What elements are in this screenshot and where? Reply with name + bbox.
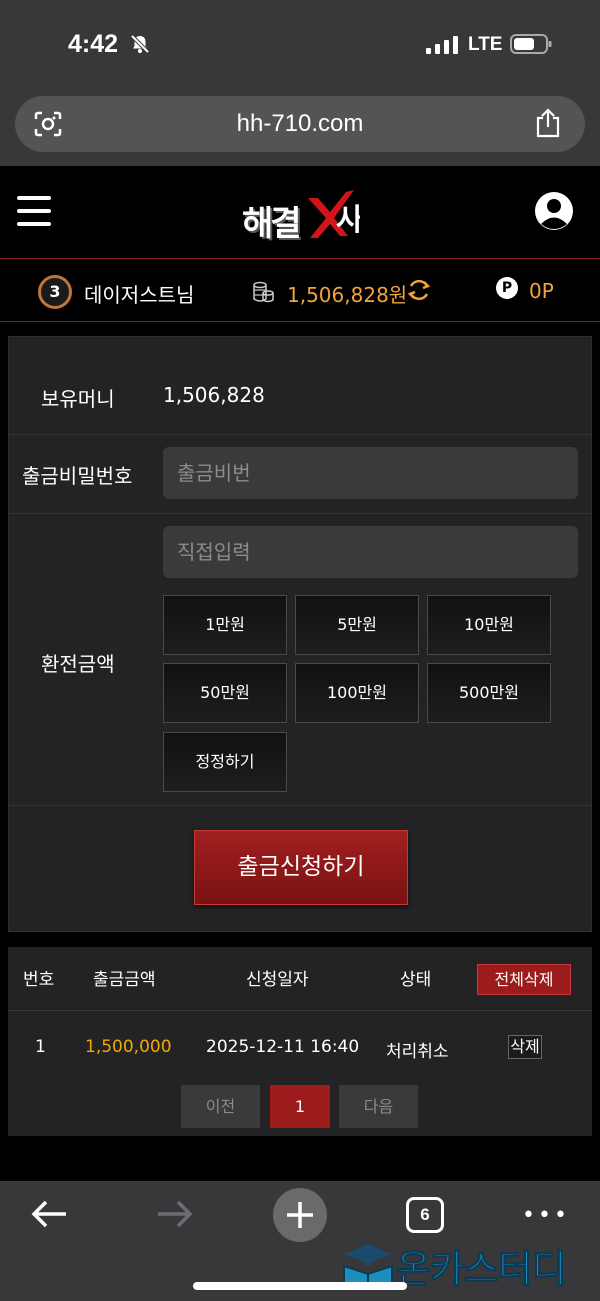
url-text[interactable]: hh-710.com (15, 110, 585, 138)
more-options-icon[interactable]: ••• (522, 1205, 570, 1227)
pagination-prev[interactable]: 이전 (181, 1085, 260, 1128)
amount-button-100k[interactable]: 10만원 (427, 595, 551, 655)
nickname: 데이저스트님 (84, 283, 195, 307)
logo-x-mark-icon: 사 (308, 190, 360, 238)
column-header-no: 번호 (23, 970, 55, 990)
browser-toolbar: hh-710.com (0, 90, 600, 166)
row-number: 1 (35, 1037, 46, 1057)
withdraw-password-input[interactable] (163, 447, 578, 499)
address-bar[interactable]: hh-710.com (15, 96, 585, 152)
site-header: 해결 사 (0, 166, 600, 258)
watermark-text: 온카스터디 (396, 1247, 568, 1292)
balance-row: 보유머니 1,506,828 (9, 337, 591, 435)
refresh-icon[interactable] (406, 277, 432, 303)
submit-withdraw-button[interactable]: 출금신청하기 (194, 830, 408, 905)
delete-all-button[interactable]: 전체삭제 (477, 964, 571, 995)
share-icon[interactable] (535, 108, 561, 138)
amount-row: 환전금액 1만원 5만원 10만원 50만원 100만원 500만원 정정하기 (9, 514, 591, 806)
amount-button-50k[interactable]: 5만원 (295, 595, 419, 655)
plus-icon (287, 1202, 313, 1228)
home-indicator (193, 1282, 407, 1290)
back-arrow-icon[interactable] (30, 1199, 68, 1229)
new-tab-button[interactable] (273, 1188, 327, 1242)
column-header-date: 신청일자 (246, 970, 309, 990)
coins-icon (253, 281, 274, 303)
network-type: LTE (468, 34, 503, 55)
pagination-next[interactable]: 다음 (339, 1085, 418, 1128)
battery-icon (510, 34, 552, 54)
balance-label: 보유머니 (41, 387, 115, 411)
amount-button-500k[interactable]: 50만원 (163, 663, 287, 723)
browser-bottom-toolbar: 6 ••• 온카스터디 (0, 1181, 600, 1301)
row-amount: 1,500,000 (85, 1037, 172, 1057)
amount-button-10k[interactable]: 1만원 (163, 595, 287, 655)
book-cap-icon (343, 1244, 393, 1290)
point-icon: P (496, 277, 518, 299)
column-header-status: 상태 (400, 970, 432, 990)
row-status: 처리취소 (386, 1042, 449, 1062)
amount-input[interactable] (163, 526, 578, 578)
password-row: 출금비밀번호 (9, 435, 591, 514)
points-amount: 0P (529, 279, 554, 303)
amount-button-5m[interactable]: 500만원 (427, 663, 551, 723)
amount-button-1m[interactable]: 100만원 (295, 663, 419, 723)
withdraw-history-table: 번호 출금금액 신청일자 상태 전체삭제 1 1,500,000 2025-12… (8, 947, 592, 1136)
column-header-amount: 출금금액 (93, 970, 156, 990)
status-time: 4:42 (68, 30, 119, 58)
withdraw-form: 보유머니 1,506,828 출금비밀번호 환전금액 1만원 5만원 10만원 … (8, 336, 592, 932)
user-account-icon[interactable] (534, 191, 574, 231)
level-badge: 3 (38, 275, 72, 309)
delete-row-button[interactable]: 삭제 (508, 1035, 542, 1059)
table-divider (8, 1010, 592, 1011)
reset-amount-button[interactable]: 정정하기 (163, 732, 287, 792)
row-date: 2025-12-11 16:40 (206, 1037, 360, 1057)
tab-count-button[interactable]: 6 (406, 1197, 444, 1233)
bell-muted-icon (130, 34, 150, 54)
amount-label: 환전금액 (41, 652, 115, 676)
forward-arrow-icon[interactable] (156, 1199, 194, 1229)
menu-icon[interactable] (17, 196, 51, 226)
logo-text: 해결 (242, 204, 302, 244)
signal-icon (426, 36, 458, 54)
password-label: 출금비밀번호 (22, 464, 133, 488)
status-bar: 4:42 LTE (0, 0, 600, 90)
pagination-current[interactable]: 1 (270, 1085, 330, 1128)
logo-mark-text: 사 (336, 203, 360, 238)
balance-amount: 1,506,828원 (287, 283, 408, 307)
site-logo[interactable]: 해결 사 (240, 190, 360, 244)
watermark: 온카스터디 (340, 1236, 596, 1292)
balance-value: 1,506,828 (163, 383, 265, 407)
user-info-bar: 3 데이저스트님 1,506,828원 P 0P (0, 258, 600, 322)
